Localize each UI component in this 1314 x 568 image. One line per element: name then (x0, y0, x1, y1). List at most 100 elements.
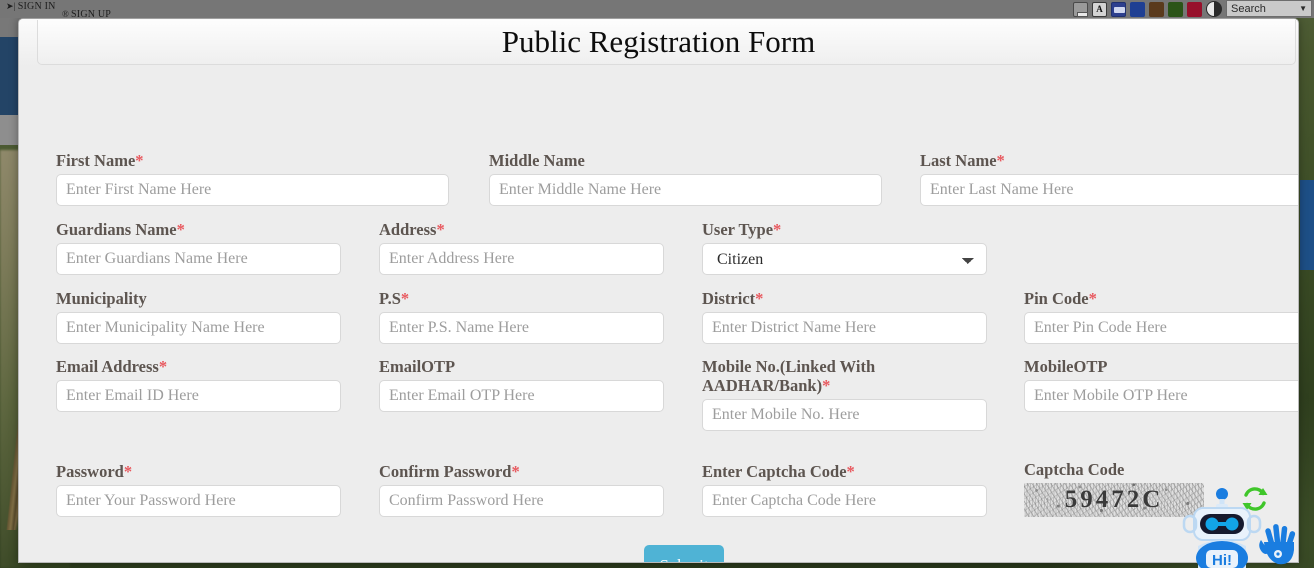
email-otp-input[interactable] (379, 380, 664, 412)
download-icon[interactable] (1073, 1, 1088, 17)
label-email-address: Email Address* (56, 357, 341, 376)
required-marker: * (1088, 289, 1097, 308)
label-email-otp: EmailOTP (379, 357, 664, 376)
label-text: MobileOTP (1024, 357, 1108, 376)
pc-accessibility-icon[interactable] (1111, 1, 1126, 17)
label-text: User Type (702, 220, 774, 239)
chatbot-robot-icon: Hi! (1182, 488, 1296, 568)
label-user-type: User Type* (702, 220, 987, 239)
label-ps: P.S* (379, 289, 664, 308)
label-password: Password* (56, 462, 341, 481)
field-email-otp: EmailOTP (379, 357, 664, 412)
contrast-toggle-icon[interactable] (1206, 1, 1222, 17)
required-marker: * (996, 151, 1005, 170)
blue-theme-swatch[interactable] (1130, 1, 1145, 17)
required-marker: * (511, 462, 520, 481)
label-text: Email Address (56, 357, 159, 376)
label-mobile-no: Mobile No.(Linked With AADHAR/Bank)* (702, 357, 902, 395)
middle-name-input[interactable] (489, 174, 882, 206)
label-municipality: Municipality (56, 289, 341, 308)
password-input[interactable] (56, 485, 341, 517)
accessibility-tray: A (1073, 0, 1222, 18)
brown-theme-swatch[interactable] (1149, 1, 1164, 17)
field-address: Address* (379, 220, 664, 275)
label-middle-name: Middle Name (489, 151, 882, 170)
field-middle-name: Middle Name (489, 151, 882, 206)
required-marker: * (135, 151, 144, 170)
field-first-name: First Name* (56, 151, 449, 206)
captcha-code-text: 59472C (1064, 486, 1164, 513)
label-mobile-otp: MobileOTP (1024, 357, 1298, 376)
required-marker: * (755, 289, 764, 308)
label-text: Guardians Name (56, 220, 177, 239)
email-address-input[interactable] (56, 380, 341, 412)
sign-up-link[interactable]: ® SIGN UP (62, 9, 111, 20)
field-user-type: User Type* Citizen (702, 220, 987, 275)
required-marker: * (123, 462, 133, 481)
district-input[interactable] (702, 312, 987, 344)
confirm-password-input[interactable] (379, 485, 664, 517)
field-district: District* (702, 289, 987, 344)
chatbot-widget[interactable]: Hi! (1178, 484, 1298, 568)
sign-in-label: SIGN IN (17, 1, 56, 12)
ps-input[interactable] (379, 312, 664, 344)
required-marker: * (176, 220, 185, 239)
page-title: Public Registration Form (501, 24, 816, 59)
field-pin-code: Pin Code* (1024, 289, 1298, 344)
label-first-name: First Name* (56, 151, 449, 170)
sign-in-arrow-icon: ➤| (6, 1, 16, 11)
label-confirm-password: Confirm Password* (379, 462, 664, 481)
label-guardians-name: Guardians Name* (56, 220, 341, 239)
field-confirm-password: Confirm Password* (379, 462, 664, 517)
label-text: Confirm Password (379, 462, 512, 481)
modal-header: Public Registration Form (19, 19, 1298, 66)
label-text: Password (56, 462, 124, 481)
chevron-down-icon: ▼ (1299, 4, 1307, 13)
label-text: Address (379, 220, 437, 239)
label-text: Mobile No.(Linked With AADHAR/Bank) (702, 357, 876, 395)
pin-code-input[interactable] (1024, 312, 1298, 344)
chatbot-greeting: Hi! (1212, 552, 1232, 568)
field-email-address: Email Address* (56, 357, 341, 412)
last-name-input[interactable] (920, 174, 1298, 206)
search-value: Search (1231, 2, 1266, 15)
label-text: Municipality (56, 289, 147, 308)
required-marker: * (158, 357, 168, 376)
first-name-input[interactable] (56, 174, 449, 206)
green-theme-swatch[interactable] (1168, 1, 1183, 17)
label-pin-code: Pin Code* (1024, 289, 1298, 308)
label-text: District (702, 289, 756, 308)
required-marker: * (400, 289, 410, 308)
label-text: EmailOTP (379, 357, 456, 376)
label-text: Pin Code (1024, 289, 1089, 308)
submit-button[interactable]: Submit (644, 545, 724, 562)
address-input[interactable] (379, 243, 664, 275)
label-text: First Name (56, 151, 136, 170)
font-size-icon[interactable]: A (1092, 1, 1107, 17)
registration-modal: Public Registration Form First Name* Mid… (18, 18, 1299, 563)
label-enter-captcha: Enter Captcha Code* (702, 462, 987, 481)
required-marker: * (846, 462, 855, 481)
label-text: Middle Name (489, 151, 585, 170)
sign-up-label: SIGN UP (71, 9, 112, 20)
field-ps: P.S* (379, 289, 664, 344)
field-last-name: Last Name* (920, 151, 1298, 206)
mobile-no-input[interactable] (702, 399, 987, 431)
label-last-name: Last Name* (920, 151, 1298, 170)
captcha-code-input[interactable] (702, 485, 987, 517)
search-input[interactable]: Search ▼ (1226, 0, 1312, 17)
field-guardians-name: Guardians Name* (56, 220, 341, 275)
required-marker: * (822, 376, 831, 395)
label-text: Enter Captcha Code (702, 462, 847, 481)
guardians-name-input[interactable] (56, 243, 341, 275)
page-root: ➤| SIGN IN ® SIGN UP A Search ▼ Public Reg… (0, 0, 1314, 568)
user-type-select[interactable]: Citizen (702, 243, 987, 275)
field-enter-captcha: Enter Captcha Code* (702, 462, 987, 517)
red-theme-swatch[interactable] (1187, 1, 1202, 17)
label-district: District* (702, 289, 987, 308)
mobile-otp-input[interactable] (1024, 380, 1298, 412)
sign-in-link[interactable]: ➤| SIGN IN (6, 1, 56, 12)
captcha-image: 59472C (1024, 483, 1204, 517)
municipality-input[interactable] (56, 312, 341, 344)
field-mobile-otp: MobileOTP (1024, 357, 1298, 412)
